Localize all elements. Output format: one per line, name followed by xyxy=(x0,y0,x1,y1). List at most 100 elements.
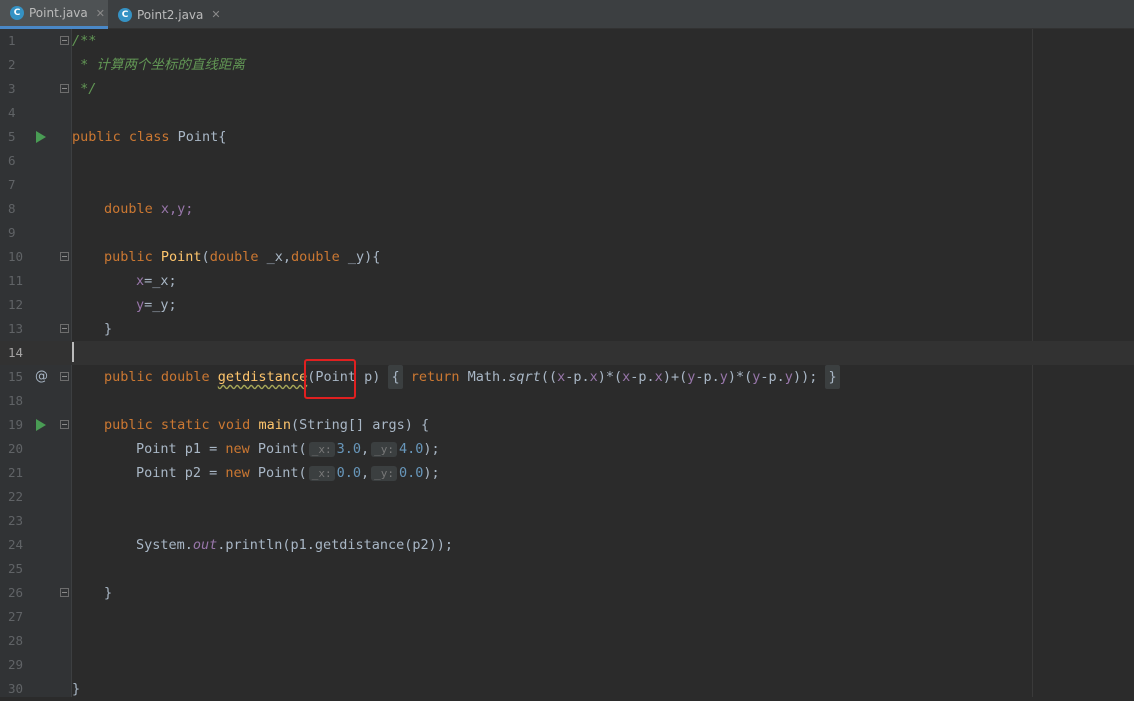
code-line[interactable]: 28 xyxy=(0,629,1134,653)
code-line[interactable]: 27 xyxy=(0,605,1134,629)
tab-point-java[interactable]: C Point.java ✕ xyxy=(0,0,108,29)
close-icon[interactable]: ✕ xyxy=(96,7,105,20)
line-number: 5 xyxy=(8,129,16,144)
code-line[interactable]: 19 public static void main(String[] args… xyxy=(0,413,1134,437)
close-icon[interactable]: ✕ xyxy=(211,8,220,21)
parameter-hint: _x: xyxy=(308,466,335,481)
code-line[interactable]: 5 public class Point{ xyxy=(0,125,1134,149)
line-number: 3 xyxy=(8,81,16,96)
code-line[interactable]: 13 } xyxy=(0,317,1134,341)
code-line[interactable]: 15 @ public double getdistance(Point p) … xyxy=(0,365,1134,389)
code-line[interactable]: 18 xyxy=(0,389,1134,413)
fold-toggle-icon[interactable] xyxy=(60,252,69,261)
code-line[interactable]: 3 */ xyxy=(0,77,1134,101)
code-line[interactable]: 12 y=_y; xyxy=(0,293,1134,317)
java-class-icon: C xyxy=(10,6,24,20)
tab-label: Point.java xyxy=(29,6,88,20)
code-text: } xyxy=(72,681,81,697)
current-code-line[interactable]: 14 xyxy=(0,341,1134,365)
code-editor[interactable]: 1 /** 2 * 计算两个坐标的直线距离 3 */ 4 5 public cl… xyxy=(0,29,1134,697)
line-number: 21 xyxy=(8,465,24,480)
comment: */ xyxy=(72,81,97,97)
annotation-highlight-box xyxy=(304,359,356,399)
code-text: Point p1 = new Point(_x: 3.0, _y: 4.0); xyxy=(136,441,440,457)
line-number: 2 xyxy=(8,57,16,72)
line-number: 26 xyxy=(8,585,24,600)
fold-end-icon[interactable] xyxy=(60,324,69,333)
line-number: 27 xyxy=(8,609,24,624)
line-number: 6 xyxy=(8,153,16,168)
run-icon[interactable] xyxy=(36,419,46,431)
code-text: public Point(double _x,double _y){ xyxy=(104,249,381,265)
code-line[interactable]: 10 public Point(double _x,double _y){ xyxy=(0,245,1134,269)
line-number: 29 xyxy=(8,657,24,672)
code-line[interactable]: 2 * 计算两个坐标的直线距离 xyxy=(0,53,1134,77)
fold-end-icon[interactable] xyxy=(60,84,69,93)
parameter-hint: _y: xyxy=(371,466,397,481)
code-line[interactable]: 30 } xyxy=(0,677,1134,701)
line-number: 22 xyxy=(8,489,24,504)
line-number: 24 xyxy=(8,537,24,552)
code-line[interactable]: 23 xyxy=(0,509,1134,533)
code-line[interactable]: 7 xyxy=(0,173,1134,197)
code-text: } xyxy=(104,585,113,601)
code-line[interactable]: 4 xyxy=(0,101,1134,125)
line-number: 12 xyxy=(8,297,24,312)
fold-end-icon[interactable] xyxy=(60,588,69,597)
line-number: 15 xyxy=(8,369,24,384)
code-text: public class Point{ xyxy=(72,129,227,145)
fold-toggle-icon[interactable] xyxy=(60,36,69,45)
line-number: 1 xyxy=(8,33,16,48)
override-icon[interactable]: @ xyxy=(35,365,48,389)
code-text: x=_x; xyxy=(136,273,177,289)
folded-brace: { xyxy=(388,365,403,389)
line-number: 20 xyxy=(8,441,24,456)
run-icon[interactable] xyxy=(36,131,46,143)
line-number: 19 xyxy=(8,417,24,432)
line-number: 30 xyxy=(8,681,24,696)
code-line[interactable]: 22 xyxy=(0,485,1134,509)
code-line[interactable]: 26 } xyxy=(0,581,1134,605)
line-number: 14 xyxy=(8,345,24,360)
java-class-icon: C xyxy=(118,7,132,22)
comment: * 计算两个坐标的直线距离 xyxy=(72,57,245,73)
code-text: Point p2 = new Point(_x: 0.0, _y: 0.0); xyxy=(136,465,440,481)
line-number: 7 xyxy=(8,177,16,192)
code-text: } xyxy=(104,321,113,337)
line-number: 25 xyxy=(8,561,24,576)
fold-toggle-icon[interactable] xyxy=(60,372,69,381)
code-line[interactable]: 8 double x,y; xyxy=(0,197,1134,221)
line-number: 4 xyxy=(8,105,16,120)
code-line[interactable]: 20 Point p1 = new Point(_x: 3.0, _y: 4.0); xyxy=(0,437,1134,461)
line-number: 23 xyxy=(8,513,24,528)
parameter-hint: _x: xyxy=(308,442,335,457)
line-number: 13 xyxy=(8,321,24,336)
parameter-hint: _y: xyxy=(371,442,397,457)
code-text: /** xyxy=(72,29,96,53)
code-text: System.out.println(p1.getdistance(p2)); xyxy=(136,537,453,553)
line-number: 28 xyxy=(8,633,24,648)
code-line[interactable]: 29 xyxy=(0,653,1134,677)
code-line[interactable]: 24 System.out.println(p1.getdistance(p2)… xyxy=(0,533,1134,557)
line-number: 11 xyxy=(8,273,24,288)
code-line[interactable]: 21 Point p2 = new Point(_x: 0.0, _y: 0.0); xyxy=(0,461,1134,485)
code-text: public double getdistance(Point p) { ret… xyxy=(104,365,840,389)
folded-brace: } xyxy=(825,365,840,389)
line-number: 8 xyxy=(8,201,16,216)
code-line[interactable]: 25 xyxy=(0,557,1134,581)
code-text: public static void main(String[] args) { xyxy=(104,417,430,433)
code-text: y=_y; xyxy=(136,297,177,313)
code-line[interactable]: 1 /** xyxy=(0,29,1134,53)
code-line[interactable]: 9 xyxy=(0,221,1134,245)
code-line[interactable]: 6 xyxy=(0,149,1134,173)
comment: /** xyxy=(72,33,97,49)
code-text: * 计算两个坐标的直线距离 xyxy=(72,53,245,77)
code-text: */ xyxy=(72,77,96,101)
line-number: 10 xyxy=(8,249,24,264)
code-line[interactable]: 11 x=_x; xyxy=(0,269,1134,293)
editor-tab-bar: C Point.java ✕ C Point2.java ✕ xyxy=(0,0,1134,29)
tab-point2-java[interactable]: C Point2.java ✕ xyxy=(108,0,234,29)
line-number: 18 xyxy=(8,393,24,408)
text-caret xyxy=(72,342,74,362)
fold-toggle-icon[interactable] xyxy=(60,420,69,429)
